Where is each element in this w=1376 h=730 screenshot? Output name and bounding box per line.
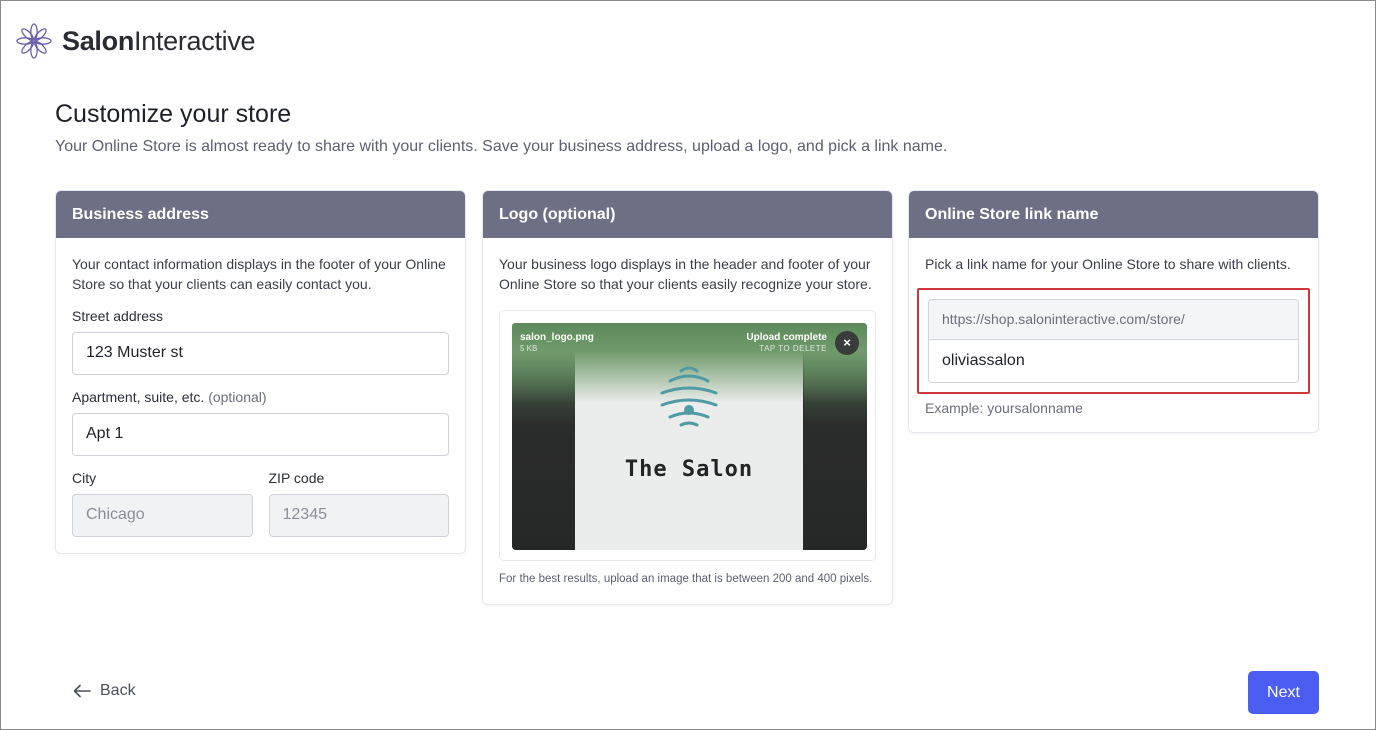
tap-to-delete-hint: TAP TO DELETE: [759, 344, 827, 353]
brand-name: SalonInteractive: [62, 25, 256, 56]
logo-upload-area[interactable]: The Salon salon_logo.png 5 KB Upload com…: [499, 310, 876, 561]
link-name-input[interactable]: oliviassalon: [929, 340, 1298, 382]
business-address-card: Business address Your contact informatio…: [55, 190, 466, 554]
optional-tag: (optional): [208, 389, 267, 405]
back-button[interactable]: Back: [73, 682, 136, 700]
lotus-flower-icon: [16, 23, 52, 59]
zip-code-label: ZIP code: [268, 470, 325, 486]
street-address-label: Street address: [72, 308, 164, 324]
uploaded-file-size: 5 KB: [520, 344, 538, 353]
logo-description: Your business logo displays in the heade…: [499, 256, 872, 292]
page-subtitle: Your Online Store is almost ready to sha…: [55, 138, 948, 155]
arrow-left-icon: [73, 684, 91, 698]
logo-preview-text: The Salon: [624, 457, 754, 482]
link-highlight-box: https://shop.saloninteractive.com/store/…: [917, 288, 1310, 394]
store-link-card: Online Store link name Pick a link name …: [908, 190, 1319, 433]
brand-logo: SalonInteractive: [14, 21, 256, 61]
logo-card: Logo (optional) Your business logo displ…: [482, 190, 893, 605]
street-address-input[interactable]: 123 Muster st: [72, 332, 449, 375]
upload-status: Upload complete: [746, 332, 827, 343]
logo-heading: Logo (optional): [483, 191, 892, 238]
uploaded-file-name: salon_logo.png: [520, 332, 594, 343]
back-label: Back: [100, 682, 136, 699]
link-example: Example: yoursalonname: [925, 400, 1083, 416]
delete-logo-button[interactable]: ×: [835, 331, 859, 355]
beehive-icon: [660, 366, 718, 427]
logo-size-hint: For the best results, upload an image th…: [499, 573, 873, 585]
apartment-label: Apartment, suite, etc. (optional): [72, 389, 267, 405]
business-address-heading: Business address: [56, 191, 465, 238]
close-icon: ×: [843, 335, 851, 350]
business-address-description: Your contact information displays in the…: [72, 256, 446, 292]
next-button[interactable]: Next: [1248, 671, 1319, 714]
page-title: Customize your store: [55, 100, 292, 128]
store-link-heading: Online Store link name: [909, 191, 1318, 238]
logo-preview: The Salon salon_logo.png 5 KB Upload com…: [512, 323, 867, 550]
city-input[interactable]: Chicago: [72, 494, 253, 537]
city-label: City: [72, 470, 97, 486]
apartment-input[interactable]: Apt 1: [72, 413, 449, 456]
url-prefix: https://shop.saloninteractive.com/store/: [929, 300, 1298, 340]
zip-code-input[interactable]: 12345: [268, 494, 449, 537]
store-link-description: Pick a link name for your Online Store t…: [925, 256, 1291, 272]
